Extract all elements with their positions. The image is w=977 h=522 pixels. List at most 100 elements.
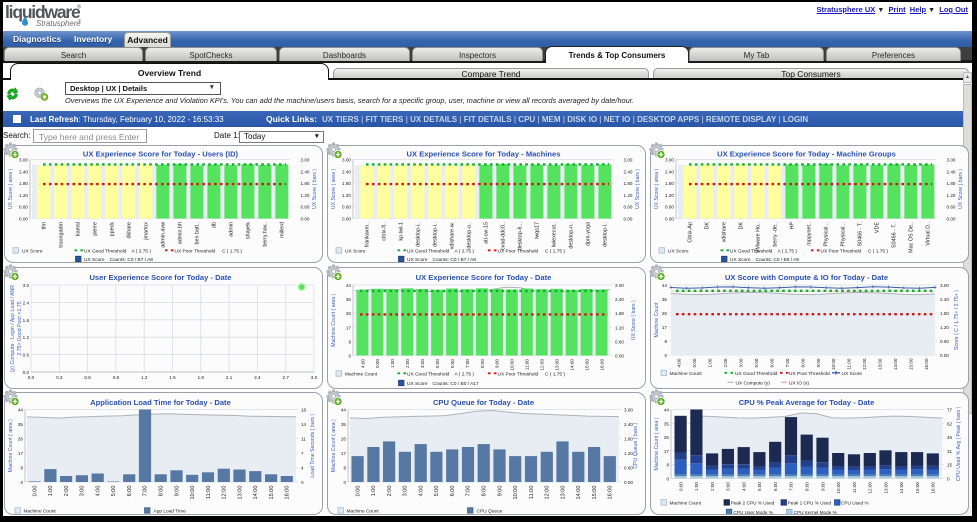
svg-text:7:00: 7:00 [466,486,472,497]
svg-text:3.00: 3.00 [624,408,633,413]
svg-text:Machine Count: Machine Count [24,509,57,515]
svg-text:2.40: 2.40 [624,169,633,174]
svg-text:S0466 - T..: S0466 - T.. [892,222,898,248]
svg-text:Mac OS De..: Mac OS De.. [909,222,915,253]
svg-text:12:00: 12:00 [222,486,228,500]
svg-text:13:00: 13:00 [883,482,888,494]
svg-text:0: 0 [666,477,669,482]
svg-text:0.60: 0.60 [624,205,633,210]
svg-text:UX Score ( bars ): UX Score ( bars ) [631,300,637,340]
svg-text:UX Good Threshold: UX Good Threshold [407,372,450,378]
svg-text:62: 62 [947,421,953,426]
svg-text:UX Score: UX Score [407,257,428,263]
svg-text:Score ( C / 1.75+ / 2.75+ ): Score ( C / 1.75+ / 2.75+ ) [954,290,960,350]
svg-text:admin.bh: admin.bh [178,222,184,244]
svg-text:10:00: 10:00 [190,486,196,500]
svg-text:1.80: 1.80 [624,181,633,186]
svg-text:C ( 1.75 ): C ( 1.75 ) [868,249,888,255]
svg-text:16:00: 16:00 [285,486,291,500]
svg-text:11:00: 11:00 [529,486,535,500]
svg-text:15:00: 15:00 [915,482,920,494]
svg-text:2.40: 2.40 [342,169,351,174]
svg-text:Citrix-Ap: Citrix-Ap [688,222,694,243]
svg-text:13:00: 13:00 [237,486,243,500]
svg-text:UX IO (x): UX IO (x) [789,381,809,387]
svg-text:0.60: 0.60 [940,339,949,344]
svg-text:0:00: 0:00 [692,358,697,367]
svg-text:User Experience Score for Toda: User Experience Score for Today - Date [89,273,231,282]
svg-text:9:00: 9:00 [497,486,503,497]
svg-text:cvad-ddc0..: cvad-ddc0.. [501,222,507,250]
svg-text:db: db [212,222,218,228]
svg-text:desktop-6...: desktop-6... [518,222,524,250]
svg-text:1:00: 1:00 [694,482,699,491]
svg-text:tfm: tfm [42,222,48,230]
svg-text:0.60: 0.60 [342,205,351,210]
svg-text:35: 35 [341,422,347,427]
svg-text:2.40: 2.40 [665,169,674,174]
svg-text:5:00: 5:00 [757,482,762,491]
svg-text:16:00: 16:00 [924,358,929,370]
svg-text:2.40: 2.40 [940,297,949,302]
svg-text:8: 8 [666,463,669,468]
svg-text:6:00: 6:00 [127,486,133,497]
svg-text:Counts: C0 / B0 / A17: Counts: C0 / B0 / A17 [433,381,479,387]
svg-text:A ( 2.75 ): A ( 2.75 ) [132,249,152,255]
svg-text:8:00: 8:00 [800,358,805,367]
svg-text:10:00: 10:00 [510,359,515,371]
svg-text:1.80: 1.80 [301,181,310,186]
svg-text:0.6: 0.6 [23,353,30,358]
svg-text:1.20: 1.20 [624,193,633,198]
svg-text:UX Score ( bars ): UX Score ( bars ) [958,169,964,209]
svg-text:1.80: 1.80 [342,181,351,186]
svg-text:VDE: VDE [875,222,881,233]
svg-text:3:00: 3:00 [420,359,425,368]
svg-text:3.00: 3.00 [940,283,949,288]
svg-text:14:00: 14:00 [253,486,259,500]
svg-text:UX Poor Threshold: UX Poor Threshold [821,249,862,255]
svg-text:14:00: 14:00 [569,359,574,371]
svg-text:ati-cw-15: ati-cw-15 [484,222,490,244]
svg-text:C ( 1.75 ): C ( 1.75 ) [545,372,565,378]
svg-text:12:00: 12:00 [540,359,545,371]
svg-text:0.3: 0.3 [56,375,63,380]
svg-text:DK: DK [705,222,711,230]
svg-text:0.9: 0.9 [113,375,120,380]
svg-text:6:00: 6:00 [773,482,778,491]
svg-text:3:00: 3:00 [403,486,409,497]
svg-text:6:00: 6:00 [450,359,455,368]
svg-text:0.00: 0.00 [940,353,949,358]
svg-text:26: 26 [341,437,347,442]
svg-text:1.5: 1.5 [169,375,176,380]
svg-text:3.0: 3.0 [311,375,318,380]
svg-text:26: 26 [664,435,670,440]
svg-text:0.00: 0.00 [342,217,351,222]
svg-text:3:00: 3:00 [80,486,86,497]
svg-text:0: 0 [664,353,667,358]
svg-text:frankavm..: frankavm.. [365,222,371,247]
svg-text:Peak 1 CPU % Used: Peak 1 CPU % Used [788,501,832,506]
svg-text:UX Score ( bars ): UX Score ( bars ) [635,169,641,209]
svg-text:UX Score with Compute & IO for: UX Score with Compute & IO for Today - D… [725,273,888,282]
svg-text:6:00: 6:00 [450,486,456,497]
svg-text:®: ® [77,4,81,11]
svg-text:1:00: 1:00 [371,486,377,497]
svg-text:2:00: 2:00 [64,486,70,497]
svg-text:0.6: 0.6 [84,375,91,380]
svg-text:jmartox: jmartox [144,222,150,241]
svg-text:8:00: 8:00 [482,486,488,497]
svg-text:5:00: 5:00 [111,486,117,497]
svg-text:S0466 - T.: S0466 - T. [858,222,864,246]
svg-text:77: 77 [947,408,953,413]
svg-text:1.20: 1.20 [615,325,624,330]
svg-text:0: 0 [301,480,304,485]
svg-text:UX Experience Score for Today: UX Experience Score for Today - Machines [407,150,561,159]
svg-text:2:00: 2:00 [405,359,410,368]
svg-text:12:00: 12:00 [862,358,867,370]
svg-text:0:00: 0:00 [678,482,683,491]
svg-text:desktop-i..: desktop-i.. [433,222,439,247]
svg-text:Machine Count: Machine Count [654,302,660,337]
svg-text:0: 0 [348,354,351,359]
svg-text:UX Compute (y): UX Compute (y) [736,381,771,387]
svg-text:0.60: 0.60 [624,466,633,471]
